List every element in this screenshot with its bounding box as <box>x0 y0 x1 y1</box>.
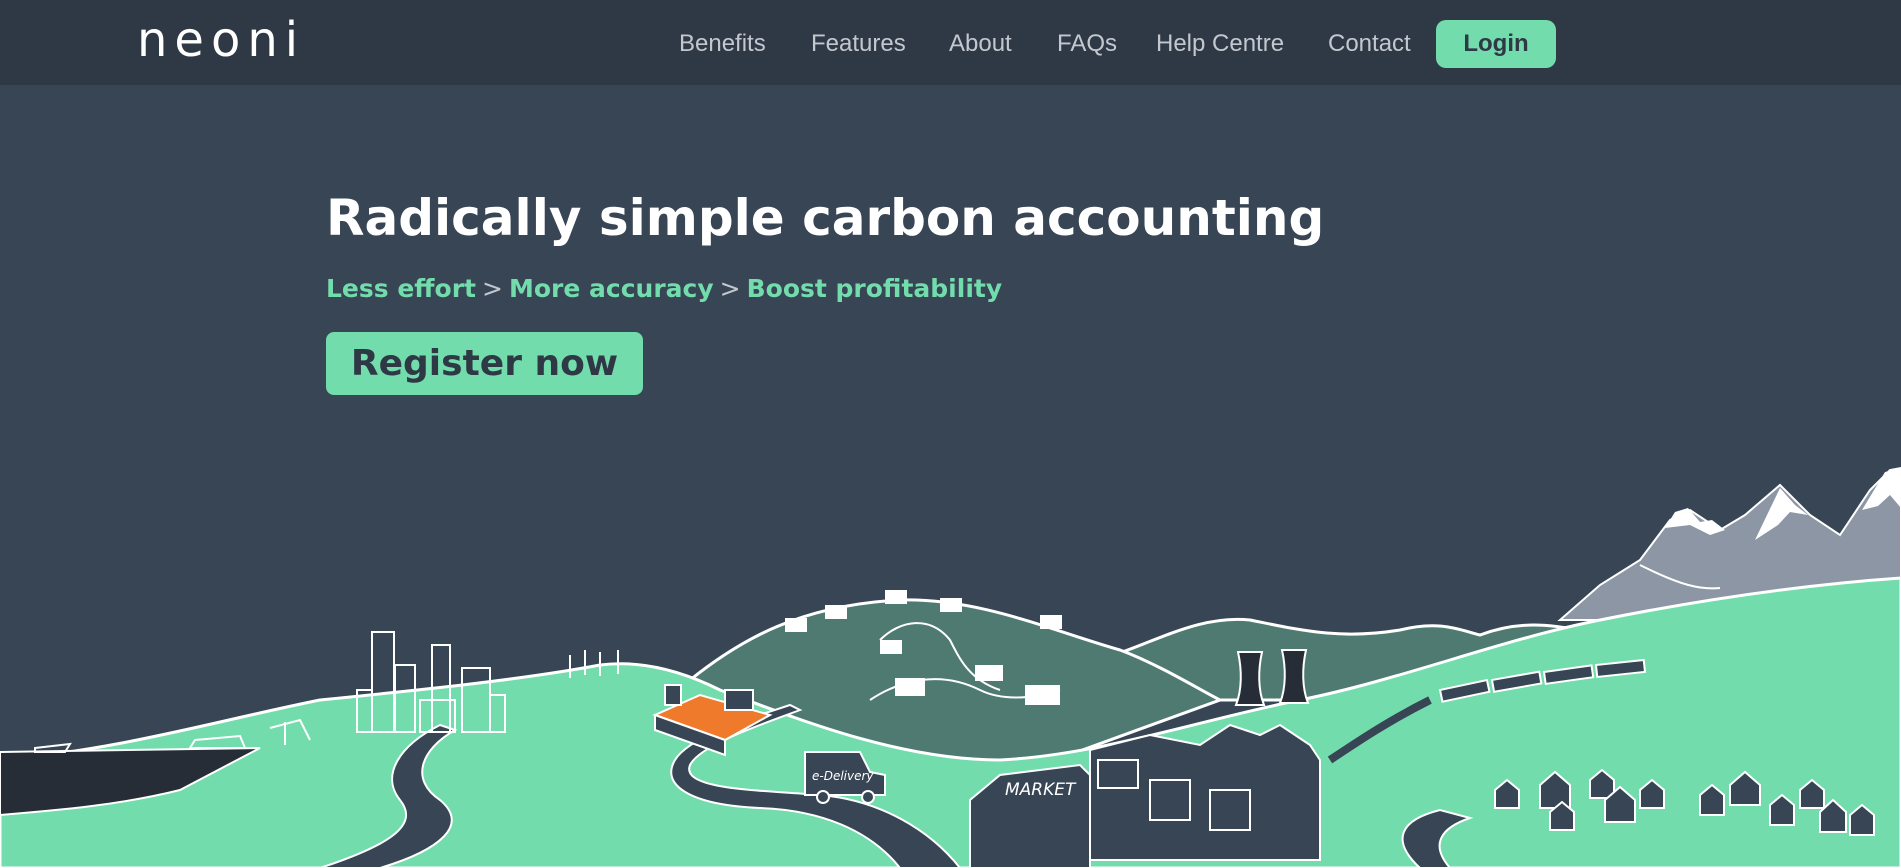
market-sign: MARKET <box>1005 780 1077 800</box>
nav-link-help-centre[interactable]: Help Centre <box>1156 28 1284 60</box>
tagline-separator: > <box>719 274 741 303</box>
landscape-illustration: e-Delivery MARKET <box>0 466 1901 868</box>
tagline-separator: > <box>482 274 503 303</box>
nav-link-faqs[interactable]: FAQs <box>1057 28 1117 60</box>
tagline-more-accuracy: More accuracy <box>508 274 714 303</box>
hero-tagline: Less effort > More accuracy > Boost profitab… <box>326 273 1002 305</box>
nav-link-benefits[interactable]: Benefits <box>679 28 766 60</box>
truck-sign: e-Delivery <box>812 769 874 783</box>
nav-link-about[interactable]: About <box>949 28 1012 60</box>
hero-title: Radically simple carbon accounting <box>326 189 1325 247</box>
nav-link-contact[interactable]: Contact <box>1328 28 1411 60</box>
nav-link-features[interactable]: Features <box>811 28 906 60</box>
register-now-button[interactable]: Register now <box>326 332 643 395</box>
tagline-boost-profitability: Boost profitability <box>746 274 1003 303</box>
main-nav: Benefits Features About FAQs Help Centre… <box>0 0 1901 85</box>
tagline-less-effort: Less effort <box>326 274 477 303</box>
login-button[interactable]: Login <box>1436 20 1556 68</box>
top-navbar: neoni Benefits Features About FAQs Help … <box>0 0 1901 85</box>
